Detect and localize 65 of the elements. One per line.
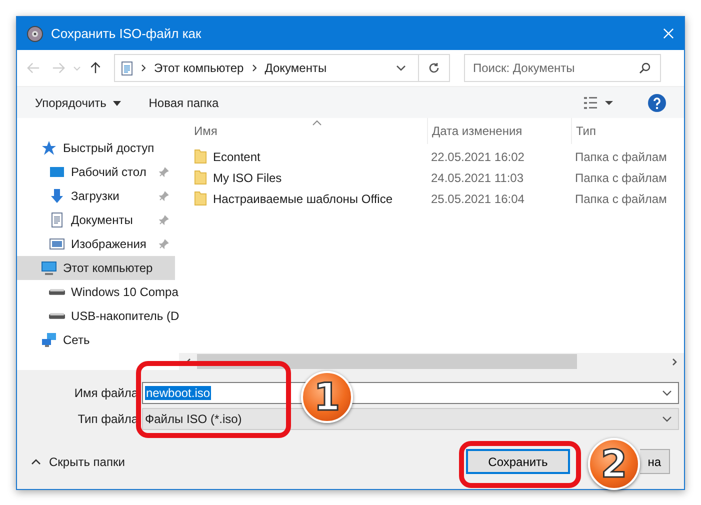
organize-button[interactable]: Упорядочить	[35, 96, 121, 110]
table-cell-text: Папка с файлам	[574, 192, 667, 206]
table-cell-text: 24.05.2021 11:03	[430, 170, 525, 184]
file-row[interactable]: Econtent 22.05.2021 16:02 Папка с файлам	[179, 146, 684, 167]
folder-icon	[194, 170, 207, 185]
caret-down-icon	[112, 100, 121, 106]
sidebar-item[interactable]: Этот компьютер	[17, 256, 175, 280]
window-title: Сохранить ISO-файл как	[51, 26, 202, 41]
table-cell-text: Папка с файлам	[574, 150, 667, 164]
sidebar-item[interactable]: Рабочий стол	[17, 160, 175, 184]
chevron-down-icon[interactable]	[396, 65, 406, 71]
network-icon	[41, 332, 57, 348]
pin-icon[interactable]	[159, 191, 169, 201]
sidebar-item[interactable]: Сеть	[17, 328, 175, 352]
cancel-button[interactable]: на	[640, 449, 670, 474]
drive-icon	[49, 289, 65, 295]
file-row[interactable]: My ISO Files 24.05.2021 11:03 Папка с файлам	[179, 167, 684, 188]
pin-icon[interactable]	[159, 215, 169, 225]
folder-icon	[194, 191, 207, 206]
sidebar-item[interactable]: Документы	[17, 208, 175, 232]
help-icon[interactable]	[648, 94, 666, 112]
table-cell-text: Папка с файлам	[574, 170, 667, 184]
sidebar-item[interactable]: Быстрый доступ	[17, 136, 175, 160]
table-cell-text: 25.05.2021 16:04	[430, 192, 526, 206]
file-name: Настраиваемые шаблоны Office	[213, 192, 393, 206]
drive-icon	[49, 313, 65, 319]
chevron-right-icon	[141, 64, 146, 72]
sidebar-item[interactable]: Загрузки	[17, 184, 175, 208]
file-row[interactable]: Настраиваемые шаблоны Office 25.05.2021 16:04 Папка с файлам	[179, 188, 684, 209]
chevron-right-icon	[252, 64, 257, 72]
image-icon	[49, 236, 65, 252]
chevron-down-icon[interactable]	[662, 390, 672, 396]
chevron-up-icon	[31, 458, 41, 464]
new-folder-button[interactable]: Новая папка	[148, 96, 219, 110]
pin-icon[interactable]	[159, 239, 169, 249]
monitor-icon	[41, 260, 57, 276]
pin-icon[interactable]	[159, 167, 169, 177]
search-icon	[639, 62, 651, 74]
search-field[interactable]: Поиск: Документы	[464, 54, 661, 82]
breadcrumb-item[interactable]: Документы	[264, 61, 327, 75]
column-header[interactable]: Тип	[571, 118, 596, 144]
column-header[interactable]: Дата изменения	[427, 118, 571, 144]
up-icon[interactable]	[89, 62, 102, 74]
close-icon[interactable]	[663, 28, 674, 39]
file-name: Econtent	[213, 150, 260, 164]
refresh-icon	[428, 62, 440, 74]
column-header[interactable]: Имя	[179, 124, 427, 138]
file-name: My ISO Files	[213, 170, 282, 184]
document-icon	[49, 212, 65, 228]
desktop-icon	[49, 164, 65, 180]
sidebar-item[interactable]: Изображения	[17, 232, 175, 256]
download-arrow-icon	[49, 188, 65, 204]
table-cell-text: 22.05.2021 16:02	[430, 150, 526, 164]
hide-folders-button[interactable]: Скрыть папки	[31, 454, 125, 468]
star-icon	[41, 140, 57, 156]
view-options-icon[interactable]	[584, 96, 614, 108]
disc-icon	[27, 26, 43, 42]
breadcrumb-item[interactable]: Этот компьютер	[154, 61, 244, 75]
save-button[interactable]: Сохранить	[466, 449, 570, 474]
folder-icon	[194, 149, 207, 164]
scroll-right-icon[interactable]	[672, 358, 678, 366]
scrollbar-thumb[interactable]	[197, 354, 577, 369]
address-bar[interactable]: Этот компьютер Документы	[114, 54, 450, 82]
chevron-down-icon[interactable]	[662, 416, 672, 422]
document-icon	[121, 60, 133, 76]
